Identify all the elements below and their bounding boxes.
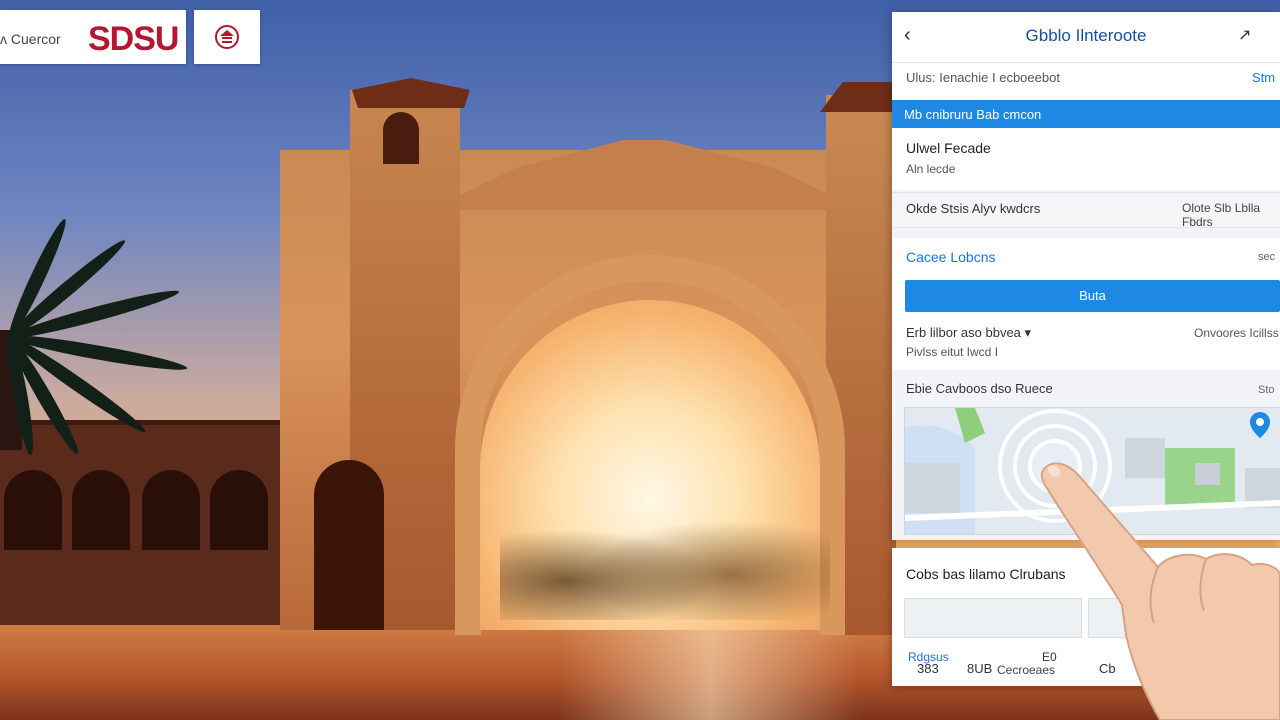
status-row-value: Olote Slb Lblla Fbdrs — [1182, 201, 1261, 229]
options-dropdown[interactable]: Erb lilbor aso bbvea ▾ — [906, 325, 1031, 341]
left-tower-roof — [352, 78, 470, 108]
options-detail: Pivlss eitut Iwcd I — [906, 345, 999, 359]
arcade-arch — [72, 470, 130, 550]
map-right-label: Sto — [1258, 384, 1275, 396]
locations-section-title[interactable]: Cacee Lobcns — [906, 249, 996, 265]
primary-button[interactable]: Buta — [905, 280, 1280, 312]
info-card-title: Ulwel Fecade — [906, 140, 991, 156]
status-row-label: Okde Stsis Alyv kwdcrs — [906, 201, 1041, 216]
sdsu-logo: SDSU — [88, 20, 179, 58]
info-card[interactable] — [892, 128, 1280, 190]
distant-trees — [500, 490, 830, 620]
panel-title: Gbblo Ilnteroote — [1025, 26, 1147, 45]
arcade-arch — [142, 470, 200, 550]
info-card-subtitle: Aln lecde — [906, 162, 956, 176]
campus-button[interactable] — [194, 10, 260, 64]
details-link[interactable]: Rdgsus — [908, 650, 949, 664]
detail-code-secondary: 8UB — [967, 661, 993, 676]
banner-text: Mb cnibruru Bab cmcon — [904, 107, 1042, 122]
share-icon[interactable]: ↗ — [1238, 25, 1251, 45]
arched-doorway — [314, 460, 384, 630]
primary-button-label: Buta — [1079, 288, 1106, 303]
right-tower-roof — [820, 82, 896, 112]
arcade-arch — [210, 470, 268, 550]
subheader-text: Ulus: Ienachie I ecboeebot — [906, 70, 1060, 85]
subheader-link[interactable]: Stm — [1252, 70, 1275, 85]
pointing-hand-icon — [1040, 462, 1280, 720]
logo-card[interactable]: ᴧ Cuercor SDSU — [0, 10, 186, 64]
logo-tagline: ᴧ Cuercor — [0, 31, 61, 47]
map-title: Ebie Cavboos dso Ruece — [906, 381, 1053, 396]
locations-section-meta: sec — [1258, 251, 1276, 263]
tower-window — [383, 112, 419, 164]
campus-icon — [215, 25, 239, 49]
arcade-arch — [4, 470, 62, 550]
options-right-text: Onvoores Icillss — [1194, 326, 1279, 340]
